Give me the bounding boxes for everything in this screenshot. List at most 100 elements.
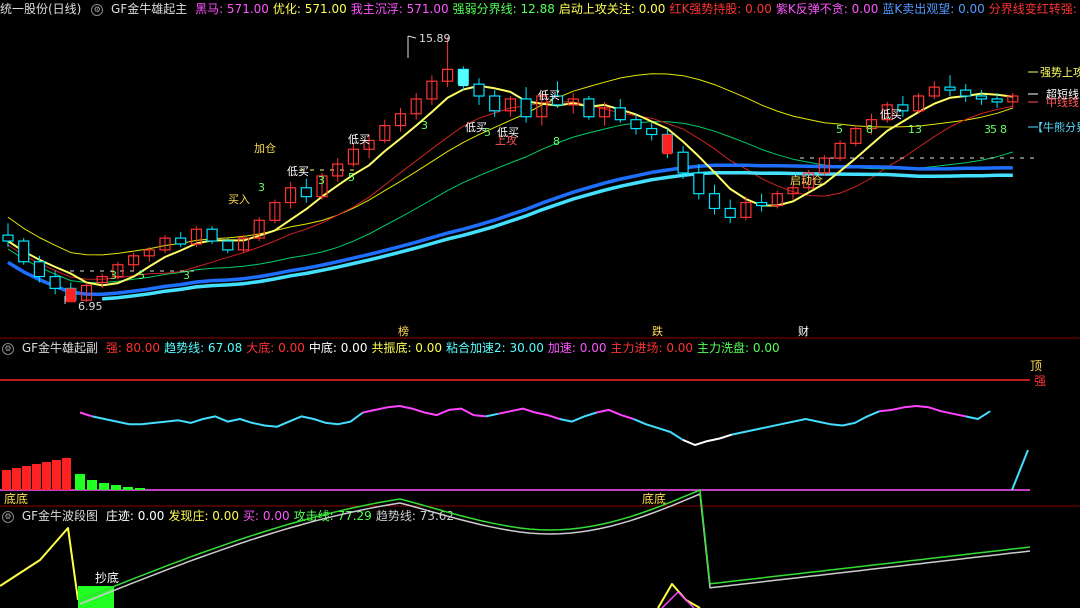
candle-body [583, 98, 595, 118]
candle-body [332, 163, 344, 177]
right-line-label: 中线线 [1046, 95, 1079, 109]
panel2-field: 大底: 0.00 [246, 341, 305, 355]
candle-body [1007, 95, 1019, 103]
main-force-bar [32, 464, 41, 490]
trend-line-segment [879, 405, 966, 418]
main-force-bar [12, 468, 21, 490]
signal-annotation: 加仓 [254, 141, 276, 155]
low-price-label: 6.95 [78, 300, 103, 313]
buy-line [661, 591, 695, 608]
candle-body [65, 287, 77, 301]
buy-bottom-block [78, 586, 114, 608]
panel1-field: 蓝K卖出观望: 0.00 [882, 2, 985, 16]
panel2-field: 粘合加速2: 30.00 [446, 341, 544, 355]
signal-annotation: 上攻 [495, 133, 517, 147]
wave-count-number: 3 [183, 269, 190, 282]
panel1-field: 黑马: 571.00 [195, 2, 269, 16]
candle-body [253, 219, 265, 239]
stock-title[interactable]: 统一股份(日线) [0, 2, 81, 16]
candle-body [18, 240, 30, 263]
panel2-field: 中底: 0.00 [308, 341, 368, 355]
trend-line-segment [92, 411, 364, 428]
indicator-name-sub[interactable]: GF金牛雄起副 [22, 341, 98, 355]
panel2-field: 趋势线: 67.08 [164, 341, 243, 355]
candle-body [708, 193, 721, 210]
candle-body [489, 95, 501, 112]
signal-annotation: 低买 [348, 133, 370, 146]
right-line-label: 【牛熊分界 [1032, 120, 1080, 134]
trend-line-segment [497, 407, 561, 420]
mid-red-line [7, 101, 1013, 280]
panel1-field: 强弱分界线: 12.88 [452, 2, 555, 16]
main-force-bar [22, 466, 31, 490]
candle-body [347, 148, 359, 165]
panel3-header: ⚙ GF金牛波段图 庄迹: 0.00 发现庄: 0.00 买: 0.00 攻击线: 7… [0, 507, 1080, 525]
wave-count-number: 5 [138, 269, 145, 282]
panel1-field: 优化: 571.00 [272, 2, 347, 16]
candle-body [222, 240, 234, 251]
panel3-field: 趋势线: 73.62 [375, 509, 455, 523]
candle-body [897, 104, 909, 112]
candle-body [128, 255, 140, 266]
candle-body [473, 83, 485, 97]
signal-annotation: 低买 [465, 121, 487, 134]
panel3-field: 发现庄: 0.00 [168, 509, 240, 523]
panel1-field: 我主沉浮: 571.00 [350, 2, 449, 16]
high-price-label: 15.89 [419, 32, 451, 45]
main-force-bar [52, 460, 61, 490]
bottom-signal-label: 底底 [642, 491, 666, 506]
candle-body [112, 264, 124, 278]
candle-body [33, 261, 46, 278]
candle-body [80, 284, 93, 301]
candle-body [504, 98, 516, 112]
panel1-field: 分界线变红转强: 1. [988, 2, 1080, 16]
wave-count-number: 3 [318, 174, 325, 187]
wave-count-number: 3 [110, 269, 117, 282]
high-marker-line [407, 35, 417, 39]
candle-body [96, 275, 108, 284]
candle-body [661, 133, 674, 153]
trend-line-segment [633, 418, 684, 441]
settings-circle-icon[interactable]: ⚙ [91, 3, 104, 16]
panel1-header: 统一股份(日线) ⚙ GF金牛雄起主 黑马: 571.00 优化: 571.00 我… [0, 0, 1080, 18]
panel2-header: ⚙ GF金牛雄起副 强: 80.00 趋势线: 67.08 大底: 0.00 中底: … [0, 339, 1080, 357]
settings-circle-icon[interactable]: ⚙ [2, 510, 14, 523]
indicator-name-main[interactable]: GF金牛雄起主 [111, 2, 187, 16]
candle-body [850, 127, 862, 144]
candle-body [630, 119, 642, 130]
wash-bar [75, 474, 85, 490]
wave-count-number: 8 [553, 135, 560, 148]
candle-body [724, 207, 736, 218]
signal-annotation: 启动仓 [790, 173, 823, 187]
panel1-field: 红K强势持股: 0.00 [669, 2, 772, 16]
trend-line-segment [485, 412, 499, 418]
indicator-name-wave[interactable]: GF金牛波段图 [22, 509, 98, 523]
trend-line-segment [362, 405, 487, 418]
trend-line-segment [79, 411, 93, 418]
wash-bar [99, 483, 109, 490]
candle-body [991, 98, 1003, 103]
wave-count-number: 5 [348, 171, 355, 184]
candle-body [300, 187, 312, 198]
wave-count-number: 5 [836, 123, 843, 136]
candle-body [881, 104, 893, 121]
candle-body [316, 175, 328, 198]
candle-body [159, 237, 171, 251]
candle-body [285, 187, 297, 204]
highlight-candle [458, 69, 469, 87]
trend-line-segment [596, 408, 634, 420]
signal-annotation: 低买 [287, 165, 309, 178]
highlight-candle [65, 288, 76, 303]
bull-bear-line [102, 170, 1013, 301]
strong-label: 强 [1034, 374, 1046, 388]
top-label: 顶 [1030, 359, 1042, 373]
panel1-field: 启动上攻关注: 0.00 [558, 2, 666, 16]
candle-body [975, 95, 988, 100]
trend-line-segment [965, 410, 991, 420]
discover-line [0, 527, 79, 601]
panel2-field: 加速: 0.00 [547, 341, 607, 355]
candle-body [49, 275, 61, 289]
candle-body [206, 228, 218, 242]
wash-bar [123, 487, 133, 490]
settings-circle-icon[interactable]: ⚙ [2, 342, 14, 355]
